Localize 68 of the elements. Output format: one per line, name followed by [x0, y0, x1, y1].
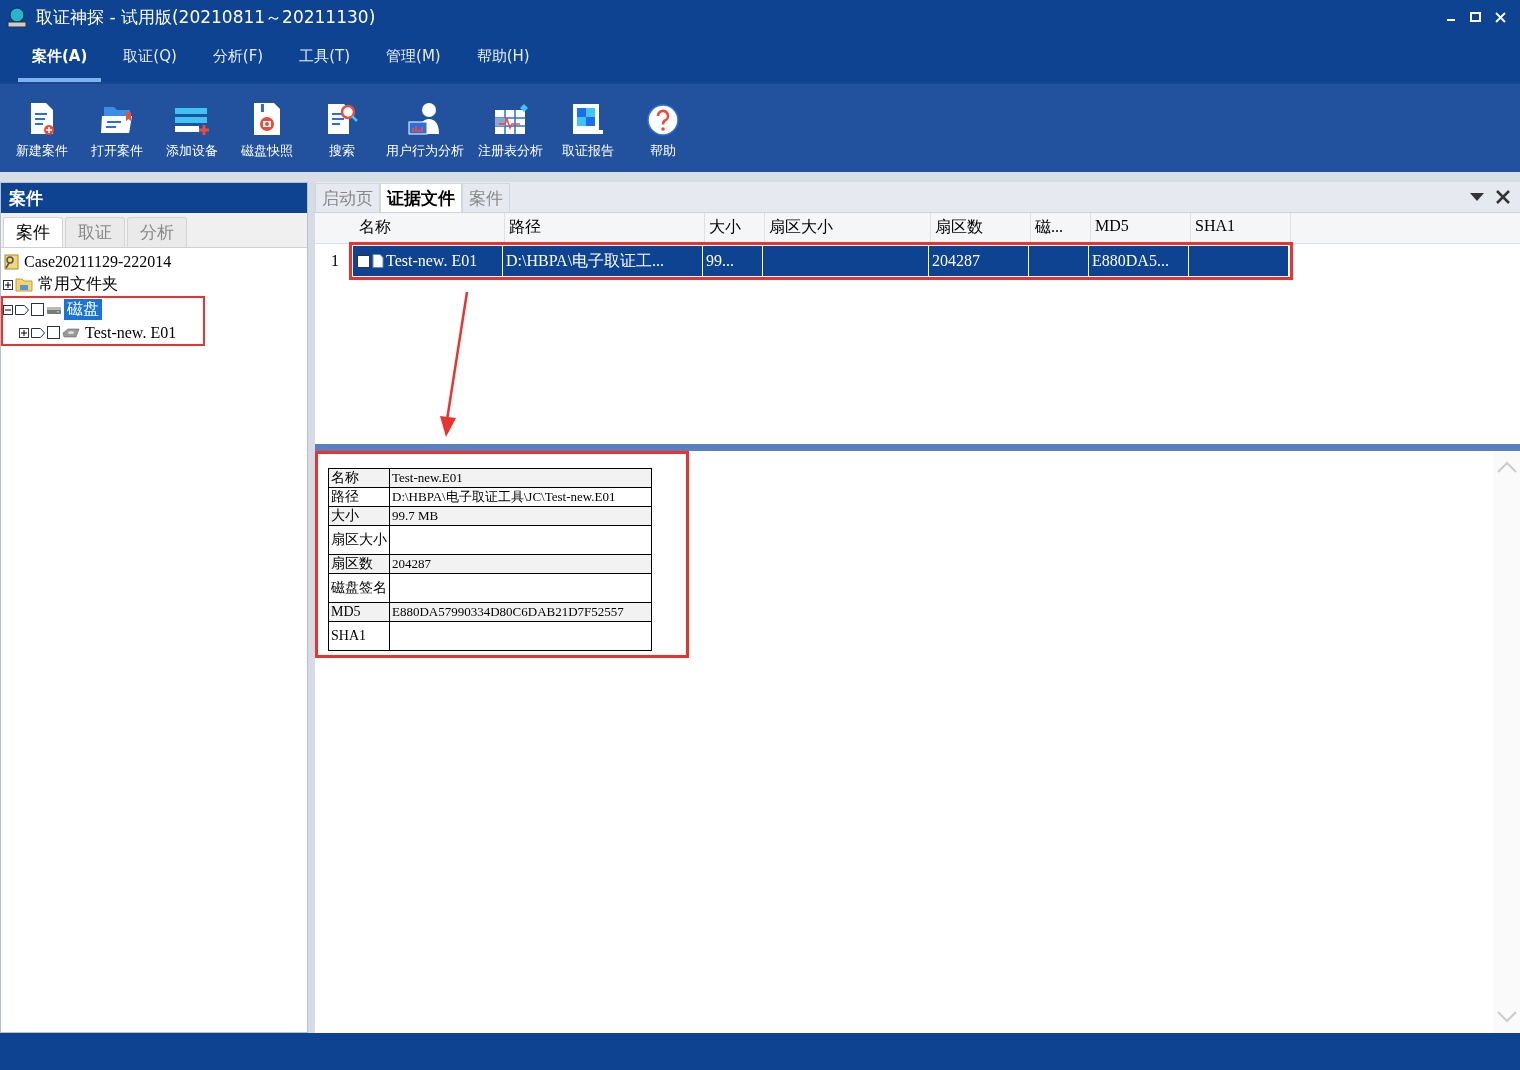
table-cell: 204287 [929, 246, 1029, 276]
tree-item[interactable]: 常用文件夹 [35, 274, 121, 295]
property-label: 路径 [328, 487, 390, 507]
tree-item[interactable]: Case20211129-222014 [21, 252, 175, 271]
column-header[interactable]: 扇区数 [931, 213, 1031, 243]
row-number: 1 [330, 252, 340, 270]
column-header[interactable]: MD5 [1091, 213, 1191, 243]
folder-icon [99, 104, 134, 136]
toolbar-button[interactable]: 搜索 [304, 88, 379, 168]
menu-item[interactable]: 帮助(H) [462, 35, 544, 82]
property-value: Test-new.E01 [389, 468, 652, 488]
toolbar-button[interactable]: 打开案件 [79, 88, 154, 168]
file-icon [372, 254, 384, 268]
app-logo-icon [6, 6, 28, 29]
property-label: 名称 [328, 468, 390, 488]
expand-icon[interactable] [3, 279, 13, 290]
floppy-camera-icon [251, 102, 282, 136]
toolbar-button[interactable]: 用户行为分析 [379, 88, 471, 168]
column-header[interactable]: 扇区大小 [765, 213, 931, 243]
window-title: 取证神探 - 试用版(20210811～20211130) [36, 6, 377, 29]
checkbox[interactable] [31, 303, 44, 316]
toolbar-button[interactable]: 添加设备 [154, 88, 229, 168]
tag-icon [15, 304, 29, 315]
maximize-icon[interactable] [1470, 12, 1481, 22]
toolbar-button[interactable]: 取证报告 [550, 88, 625, 168]
checkbox[interactable] [357, 254, 370, 268]
folder-icon [15, 277, 33, 292]
key-icon [3, 253, 19, 270]
document-search-icon [325, 102, 358, 136]
menu-item[interactable]: 管理(M) [372, 35, 455, 82]
table-cell: 99... [703, 246, 763, 276]
table-cell: E880DA5... [1089, 246, 1189, 276]
dropdown-icon[interactable] [1470, 193, 1484, 201]
checkbox[interactable] [47, 326, 60, 339]
panel-title: 案件 [1, 183, 307, 213]
file-name: Test-new. E01 [386, 251, 478, 271]
column-header[interactable]: SHA1 [1191, 213, 1291, 243]
tree-item[interactable]: 磁盘 [64, 299, 102, 320]
menu-item[interactable]: 取证(Q) [109, 35, 191, 82]
column-header[interactable]: 磁... [1031, 213, 1091, 243]
toolbar-button[interactable]: 磁盘快照 [229, 88, 304, 168]
column-header[interactable]: 路径 [505, 213, 705, 243]
table-cell [1029, 246, 1089, 276]
grid-pulse-icon [492, 104, 529, 136]
toolbar-button[interactable]: 帮助 [625, 88, 700, 168]
tree-item[interactable]: Test-new. E01 [82, 323, 180, 342]
property-label: 扇区大小 [328, 525, 390, 555]
menu-item[interactable]: 分析(F) [198, 35, 278, 82]
tab[interactable]: 证据文件 [380, 183, 462, 212]
close-icon[interactable] [1496, 190, 1510, 204]
property-label: SHA1 [328, 621, 390, 651]
menu-item[interactable]: 工具(T) [285, 35, 365, 82]
report-icon [570, 102, 605, 136]
hard-drive-icon [46, 304, 62, 315]
tag-icon [31, 327, 45, 338]
toolbar-button[interactable]: 注册表分析 [471, 88, 550, 168]
expand-icon[interactable] [19, 327, 29, 338]
property-label: 磁盘签名 [328, 573, 390, 603]
tab[interactable]: 案件 [3, 217, 63, 247]
table-cell: D:\HBPA\电子取证工... [503, 246, 703, 276]
toolbar-button[interactable]: 新建案件 [4, 88, 79, 168]
collapse-icon[interactable] [3, 304, 13, 315]
disk-image-icon [62, 327, 80, 338]
column-header[interactable]: 大小 [705, 213, 765, 243]
column-header[interactable]: 名称 [355, 213, 505, 243]
property-value: D:\HBPA\电子取证工具\JC\Test-new.E01 [389, 487, 652, 507]
server-add-icon [172, 106, 211, 136]
help-icon [646, 104, 679, 136]
